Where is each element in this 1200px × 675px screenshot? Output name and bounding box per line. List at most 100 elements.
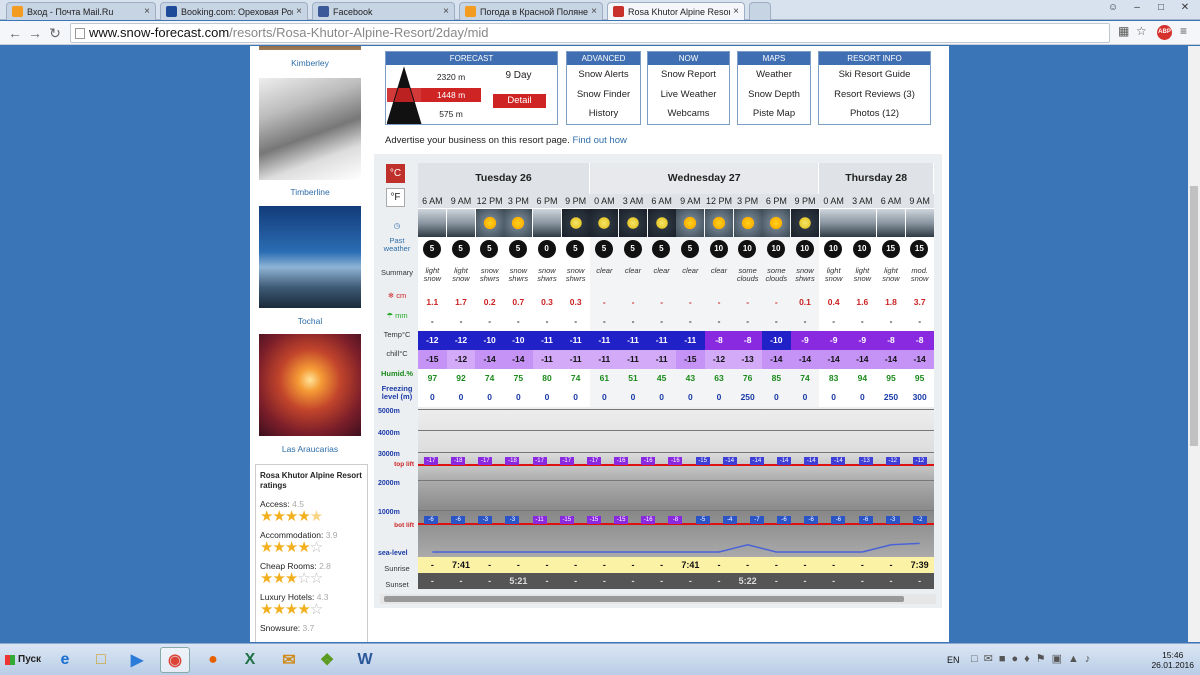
browser-tab[interactable]: Booking.com: Ореховая Роща × (160, 2, 308, 20)
photo-tochal[interactable] (259, 206, 361, 308)
photo-timberline[interactable] (259, 78, 361, 180)
cell-sunset: - (446, 573, 476, 589)
chrome-icon[interactable]: ◉ (160, 647, 190, 673)
close-tab-icon[interactable]: × (591, 6, 597, 17)
cell-temp: -8 (905, 331, 934, 350)
firefox-icon[interactable]: ● (198, 647, 228, 673)
nav-link[interactable]: Snow Report (648, 65, 729, 85)
browser-tab[interactable]: Вход - Почта Mail.Ru × (6, 2, 156, 20)
freezing-level-chart: -17 -18 -17 -18 -17 -17 -17 -16 -16 -16 -15 -14 -14 -… (418, 407, 934, 557)
start-button[interactable]: Пуск (2, 648, 42, 672)
nav-box-title: NOW (648, 52, 729, 65)
bookmark-star-icon[interactable]: ☆ (1136, 24, 1147, 38)
advert-link[interactable]: Find out how (572, 135, 626, 146)
rating-name: Snowsure: (260, 623, 301, 633)
nav-link[interactable]: Resort Reviews (3) (819, 85, 930, 105)
wind-speed-icon: 5 (451, 240, 470, 258)
time-label: 0 AM (590, 194, 619, 208)
close-tab-icon[interactable]: × (443, 6, 449, 17)
close-window-button[interactable]: ✕ (1174, 0, 1196, 16)
cell-sunrise: 7:41 (676, 557, 705, 573)
elevation-top[interactable]: 2320 m (421, 70, 481, 84)
detail-button[interactable]: Detail (493, 94, 546, 108)
adblock-icon[interactable]: ABP (1157, 25, 1172, 40)
media-player-icon[interactable]: ▶ (122, 647, 152, 673)
nav-link[interactable]: Live Weather (648, 85, 729, 105)
celsius-toggle[interactable]: °C (386, 164, 405, 183)
browser-tab[interactable]: Facebook × (312, 2, 455, 20)
cell-temp: -12 (446, 331, 476, 350)
word-icon[interactable]: W (350, 647, 380, 673)
wind-speed-icon: 15 (881, 240, 900, 258)
top-lift-temp-flag: -17 (478, 457, 493, 465)
rating-row: Cheap Rooms: 2.8 ★★★☆☆ (260, 561, 363, 586)
photo-link-las-araucarias[interactable]: Las Araucarias (250, 444, 370, 454)
cell-freezing: 250 (876, 388, 906, 407)
cell-humid: 85 (762, 369, 791, 388)
outlook-icon[interactable]: ✉ (274, 647, 304, 673)
vertical-scrollbar[interactable] (1188, 46, 1200, 642)
nav-link[interactable]: Piste Map (738, 104, 810, 124)
tab-favicon-icon (12, 6, 23, 17)
nine-day-link[interactable]: 9 Day (496, 70, 541, 81)
browser-tab[interactable]: Погода в Красной Поляне - ...× (459, 2, 603, 20)
cell-temp: -8 (704, 331, 734, 350)
url-path: /resorts/Rosa-Khutor-Alpine-Resort/2day/… (229, 25, 489, 40)
time-label: 6 AM (647, 194, 676, 208)
close-tab-icon[interactable]: × (144, 6, 150, 17)
photo-link-timberline[interactable]: Timberline (250, 187, 370, 197)
back-button[interactable]: ← (6, 24, 24, 42)
clock[interactable]: 15:46 26.01.2016 (1151, 650, 1194, 670)
cell-chill: -15 (676, 350, 705, 369)
close-tab-icon[interactable]: × (296, 6, 302, 17)
nav-link[interactable]: Webcams (648, 104, 729, 124)
cell-temp: -10 (504, 331, 533, 350)
label-sunrise: Sunrise (384, 564, 410, 573)
fahrenheit-toggle[interactable]: °F (386, 188, 405, 207)
time-label: 9 PM (790, 194, 820, 208)
nav-link[interactable]: Weather (738, 65, 810, 85)
photo-link-tochal[interactable]: Tochal (250, 316, 370, 326)
past-weather-clock-icon[interactable]: ◷ (376, 222, 418, 230)
nav-link[interactable]: Snow Depth (738, 85, 810, 105)
minimize-button[interactable]: – (1126, 0, 1148, 16)
excel-icon[interactable]: X (235, 647, 265, 673)
app-icon[interactable]: ❖ (312, 647, 342, 673)
photo-kimberley[interactable] (259, 46, 361, 50)
explorer-icon[interactable]: □ (86, 647, 116, 673)
user-icon[interactable]: ☺ (1102, 0, 1124, 16)
vertical-scroll-thumb[interactable] (1190, 186, 1198, 446)
close-tab-icon[interactable]: × (733, 6, 739, 17)
reload-button[interactable]: ↻ (46, 24, 64, 42)
ie-icon[interactable]: e (50, 647, 80, 673)
top-lift-temp-flag: -16 (641, 457, 656, 465)
bot-lift-temp-flag: -11 (532, 516, 547, 524)
nav-link[interactable]: Photos (12) (819, 104, 930, 124)
cell-temp: -11 (590, 331, 619, 350)
elevation-mid[interactable]: 1448 m (421, 88, 481, 102)
language-indicator[interactable]: EN (947, 655, 960, 665)
browser-tab[interactable]: Rosa Khutor Alpine Resort Do× (607, 2, 745, 20)
horizontal-scrollbar[interactable] (380, 594, 936, 604)
stars-empty: ☆☆ (297, 570, 323, 587)
time-label: 12 PM (704, 194, 734, 208)
horizontal-scroll-thumb[interactable] (384, 596, 904, 602)
translate-icon[interactable]: ▦ (1118, 24, 1129, 38)
cell-sunrise: - (762, 557, 791, 573)
url-input[interactable]: www.snow-forecast.com/resorts/Rosa-Khuto… (70, 23, 1110, 43)
nav-link[interactable]: Snow Finder (567, 85, 640, 105)
elevation-bottom[interactable]: 575 m (421, 107, 481, 121)
tray-icons[interactable]: □✉■●♦⚑▣▲♪ (971, 652, 1096, 665)
nav-link[interactable]: Snow Alerts (567, 65, 640, 85)
cell-chill: -14 (876, 350, 906, 369)
nav-link[interactable]: Ski Resort Guide (819, 65, 930, 85)
new-tab-button[interactable] (749, 2, 771, 20)
maximize-button[interactable]: □ (1150, 0, 1172, 16)
photo-las-araucarias[interactable] (259, 334, 361, 436)
menu-icon[interactable]: ≡ (1180, 24, 1187, 38)
cell-temp: -11 (618, 331, 648, 350)
nav-link[interactable]: History (567, 104, 640, 124)
photo-link-kimberley[interactable]: Kimberley (250, 58, 370, 68)
forward-button[interactable]: → (26, 24, 44, 42)
label-past-weather[interactable]: Past weather (376, 237, 418, 253)
